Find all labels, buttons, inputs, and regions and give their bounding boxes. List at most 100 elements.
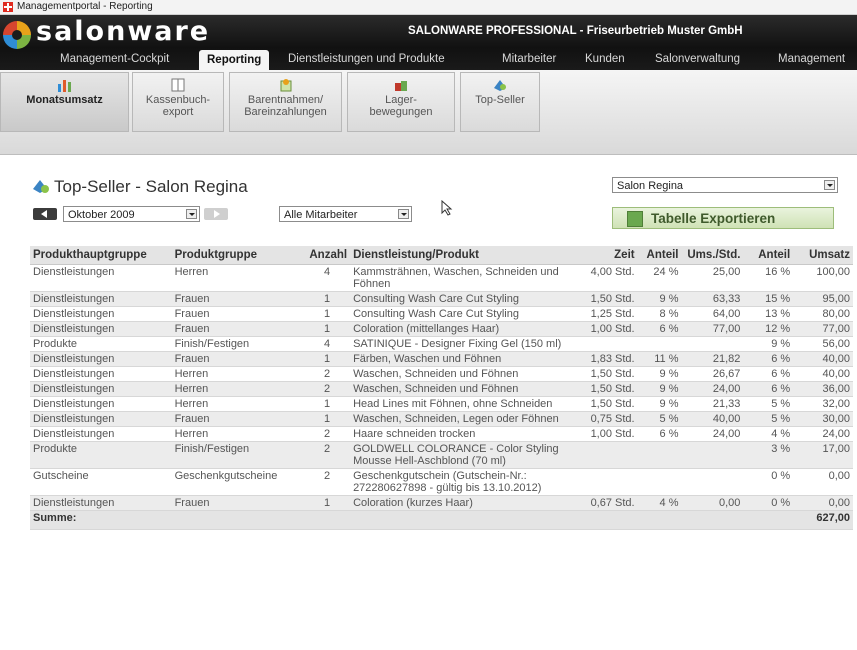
table-row[interactable]: Dienstleistungen Frauen 1 Coloration (kurze… <box>30 495 853 511</box>
nav-mitarbeiter[interactable]: Mitarbeiter <box>502 53 556 65</box>
cell-anteil-umsatz: 6 % <box>743 366 794 382</box>
bar-chart-icon <box>57 80 71 92</box>
cell-hauptgruppe: Dienstleistungen <box>30 495 172 511</box>
cell-hauptgruppe: Dienstleistungen <box>30 396 172 412</box>
cell-ums-std: 21,82 <box>681 351 744 367</box>
nav-management[interactable]: Management <box>778 53 845 65</box>
salon-select[interactable]: Salon Regina <box>612 177 838 193</box>
nav-kunden[interactable]: Kunden <box>585 53 625 65</box>
month-select[interactable]: Oktober 2009 <box>63 206 200 222</box>
chevron-down-icon <box>398 209 409 219</box>
cell-anteil-zeit: 4 % <box>637 495 682 511</box>
cell-ums-std: 77,00 <box>681 321 744 337</box>
cell-produktgruppe: Frauen <box>171 351 305 367</box>
lager-line2: bewegungen <box>369 106 433 118</box>
cell-ums-std: 40,00 <box>681 411 744 427</box>
cell-umsatz: 40,00 <box>793 351 853 367</box>
table-row[interactable]: Dienstleistungen Frauen 1 Consulting Wash C… <box>30 306 853 322</box>
table-row[interactable]: Dienstleistungen Frauen 1 Consulting Wash C… <box>30 291 853 307</box>
cell-dienstleistung: Waschen, Schneiden und Föhnen <box>350 366 575 382</box>
cell-produktgruppe: Herren <box>171 426 305 442</box>
cell-anteil-umsatz: 15 % <box>743 291 794 307</box>
cell-anteil-umsatz: 0 % <box>743 468 794 496</box>
cell-hauptgruppe: Produkte <box>30 441 172 469</box>
table-row[interactable]: Dienstleistungen Herren 2 Waschen, Schneide… <box>30 381 853 397</box>
barentnahmen-button[interactable]: Barentnahmen/ Bareinzahlungen <box>229 72 342 132</box>
column-header[interactable]: Zeit <box>574 246 638 265</box>
next-month-button[interactable] <box>204 208 228 220</box>
lagerbewegungen-button[interactable]: Lager- bewegungen <box>347 72 455 132</box>
export-table-button[interactable]: Tabelle Exportieren <box>612 207 834 229</box>
table-row[interactable]: Dienstleistungen Frauen 1 Färben, Waschen u… <box>30 351 853 367</box>
cell-anteil-zeit: 24 % <box>637 264 682 292</box>
cell-anzahl: 4 <box>304 336 351 352</box>
table-row[interactable]: Produkte Finish/Festigen 4 SATINIQUE - Desi… <box>30 336 853 352</box>
column-header[interactable]: Anzahl <box>304 246 351 265</box>
cell-ums-std <box>681 336 744 352</box>
column-header[interactable]: Anteil <box>637 246 682 265</box>
cell-produktgruppe: Frauen <box>171 321 305 337</box>
cell-produktgruppe: Frauen <box>171 291 305 307</box>
sum-row: Summe: 627,00 <box>30 510 853 530</box>
employee-select[interactable]: Alle Mitarbeiter <box>279 206 412 222</box>
cell-ums-std: 0,00 <box>681 495 744 511</box>
nav-reporting[interactable]: Reporting <box>199 50 270 70</box>
logo-text: salonware <box>36 16 211 47</box>
chevron-down-icon <box>824 180 835 190</box>
sum-label: Summe: <box>30 510 794 530</box>
cell-anteil-umsatz: 13 % <box>743 306 794 322</box>
cell-ums-std: 24,00 <box>681 381 744 397</box>
warehouse-icon <box>395 81 407 91</box>
cell-dienstleistung: Consulting Wash Care Cut Styling <box>350 291 575 307</box>
table-row[interactable]: Dienstleistungen Herren 2 Waschen, Schneide… <box>30 366 853 382</box>
column-header[interactable]: Produktgruppe <box>171 246 305 265</box>
kassenbuch-line2: export <box>162 106 194 118</box>
excel-export-icon <box>627 211 643 227</box>
kassenbuch-export-button[interactable]: Kassenbuch- export <box>132 72 224 132</box>
cell-anteil-zeit: 6 % <box>637 426 682 442</box>
sum-value: 627,00 <box>793 510 853 530</box>
table-row[interactable]: Produkte Finish/Festigen 2 GOLDWELL COLORAN… <box>30 441 853 469</box>
top-seller-button[interactable]: Top-Seller <box>460 72 540 132</box>
ledger-icon <box>171 78 185 92</box>
cell-anzahl: 2 <box>304 381 351 397</box>
top-seller-table: Produkthauptgruppe Produktgruppe Anzahl … <box>30 246 853 530</box>
employee-select-value: Alle Mitarbeiter <box>284 209 358 221</box>
nav-dienstleistungen[interactable]: Dienstleistungen und Produkte <box>288 53 445 65</box>
cell-produktgruppe: Frauen <box>171 411 305 427</box>
table-row[interactable]: Dienstleistungen Frauen 1 Waschen, Schneide… <box>30 411 853 427</box>
cell-dienstleistung: SATINIQUE - Designer Fixing Gel (150 ml) <box>350 336 575 352</box>
cell-dienstleistung: Head Lines mit Föhnen, ohne Schneiden <box>350 396 575 412</box>
table-row[interactable]: Gutscheine Geschenkgutscheine 2 Geschenkgut… <box>30 468 853 496</box>
cell-zeit: 1,00 Std. <box>574 426 638 442</box>
column-header[interactable]: Umsatz <box>793 246 853 265</box>
barentnahmen-line2: Bareinzahlungen <box>244 106 327 118</box>
cell-ums-std: 21,33 <box>681 396 744 412</box>
cell-dienstleistung: Kammsträhnen, Waschen, Schneiden und Föh… <box>350 264 575 292</box>
cell-anzahl: 1 <box>304 396 351 412</box>
cell-dienstleistung: GOLDWELL COLORANCE - Color Styling Mouss… <box>350 441 575 469</box>
previous-month-button[interactable] <box>33 208 57 220</box>
table-row[interactable]: Dienstleistungen Frauen 1 Coloration (mitte… <box>30 321 853 337</box>
cell-produktgruppe: Herren <box>171 366 305 382</box>
nav-salonverwaltung[interactable]: Salonverwaltung <box>655 53 740 65</box>
column-header[interactable]: Ums./Std. <box>681 246 744 265</box>
cash-icon <box>280 79 291 92</box>
table-row[interactable]: Dienstleistungen Herren 2 Haare schneiden t… <box>30 426 853 442</box>
column-header[interactable]: Dienstleistung/Produkt <box>350 246 575 265</box>
monatsumsatz-button[interactable]: Monatsumsatz <box>0 72 129 132</box>
column-header[interactable]: Anteil <box>743 246 794 265</box>
cell-ums-std <box>681 468 744 496</box>
table-row[interactable]: Dienstleistungen Herren 1 Head Lines mit Fö… <box>30 396 853 412</box>
nav-management-cockpit[interactable]: Management-Cockpit <box>60 53 169 65</box>
cell-hauptgruppe: Dienstleistungen <box>30 351 172 367</box>
cell-anteil-zeit <box>637 336 682 352</box>
cell-anzahl: 1 <box>304 291 351 307</box>
cell-zeit: 1,50 Std. <box>574 381 638 397</box>
cell-dienstleistung: Haare schneiden trocken <box>350 426 575 442</box>
table-row[interactable]: Dienstleistungen Herren 4 Kammsträhnen, Was… <box>30 264 853 292</box>
window-title: Managementportal - Reporting <box>17 1 153 12</box>
cell-anteil-zeit: 8 % <box>637 306 682 322</box>
column-header[interactable]: Produkthauptgruppe <box>30 246 172 265</box>
cell-anteil-zeit: 9 % <box>637 366 682 382</box>
